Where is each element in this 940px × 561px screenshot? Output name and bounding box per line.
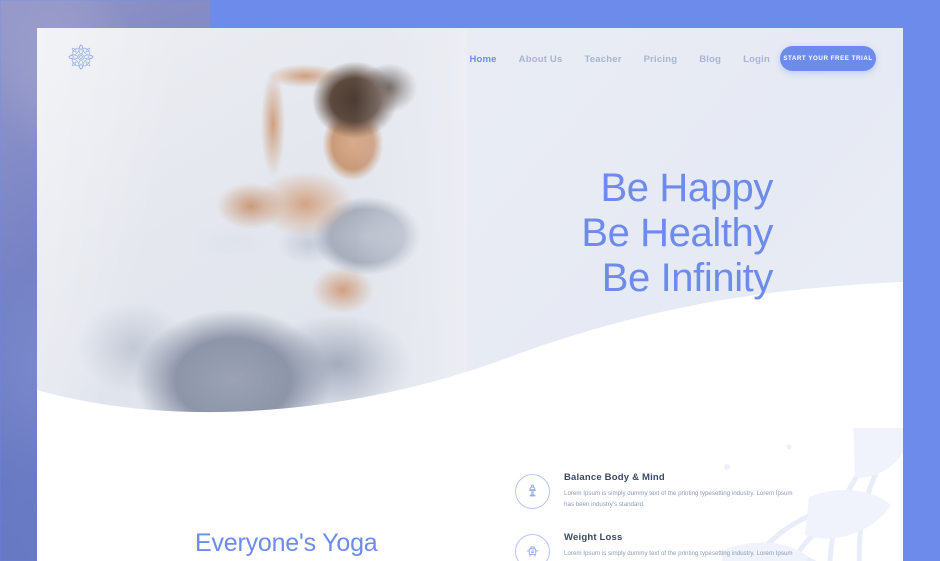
mandala-flower-logo-icon[interactable]: [64, 40, 98, 74]
feature-icon-wrapper: [515, 534, 550, 561]
feature-card: Balance Body & Mind Lorem Ipsum is simpl…: [515, 472, 845, 510]
desktop-backdrop: Home About Us Teacher Pricing Blog Login…: [0, 0, 940, 561]
feature-description: Lorem Ipsum is simply dummy text of the …: [564, 550, 793, 557]
nav-links: Home About Us Teacher Pricing Blog Login: [469, 28, 770, 90]
headline-line-2: Be Healthy: [581, 211, 773, 255]
intro-block: Everyone's Yoga We offers over 4,000 pro…: [195, 528, 475, 561]
feature-title: Balance Body & Mind: [564, 472, 665, 483]
nav-item-teacher[interactable]: Teacher: [584, 54, 621, 65]
feature-icon-wrapper: [515, 474, 550, 509]
headline-line-3: Be Infinity: [601, 256, 774, 300]
feature-text: Weight Loss Lorem Ipsum is simply dummy …: [564, 532, 796, 561]
hero-headline: Be Happy Be Healthy Be Infinity: [581, 166, 773, 301]
lower-content-section: Everyone's Yoga We offers over 4,000 pro…: [37, 428, 903, 561]
nav-item-pricing[interactable]: Pricing: [644, 54, 678, 65]
hero-curve-divider: [37, 282, 903, 428]
start-free-trial-button[interactable]: START YOUR FREE TRIAL: [780, 46, 876, 71]
nav-item-home[interactable]: Home: [469, 54, 496, 65]
feature-text: Balance Body & Mind Lorem Ipsum is simpl…: [564, 472, 796, 510]
top-navigation-bar: Home About Us Teacher Pricing Blog Login…: [37, 28, 903, 90]
feature-card: Weight Loss Lorem Ipsum is simply dummy …: [515, 532, 845, 561]
headline-line-1: Be Happy: [600, 166, 774, 210]
hero-section: Home About Us Teacher Pricing Blog Login…: [37, 28, 903, 428]
nav-item-about-us[interactable]: About Us: [519, 54, 563, 65]
nav-item-blog[interactable]: Blog: [699, 54, 721, 65]
intro-title: Everyone's Yoga: [195, 529, 378, 557]
feature-description: Lorem Ipsum is simply dummy text of the …: [564, 490, 793, 508]
nav-item-login[interactable]: Login: [743, 54, 770, 65]
webpage-canvas: Home About Us Teacher Pricing Blog Login…: [37, 28, 903, 561]
feature-title: Weight Loss: [564, 532, 623, 543]
meditation-lamp-icon: [528, 484, 537, 497]
weight-scale-icon: [526, 546, 539, 557]
